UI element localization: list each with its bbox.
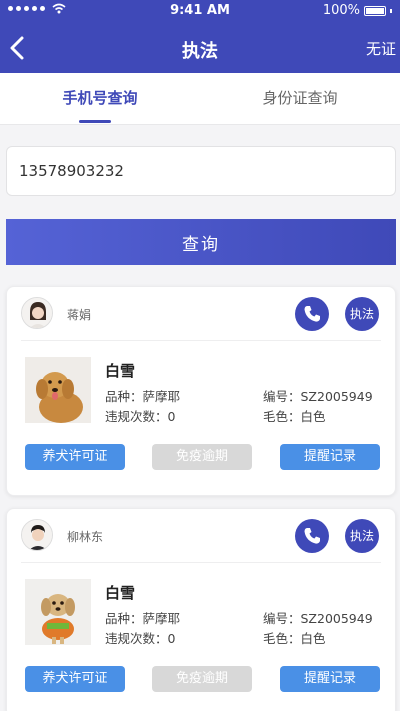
divider [21, 562, 381, 563]
dog-name: 白雪 [105, 362, 136, 380]
phone-icon [304, 306, 320, 322]
owner-avatar [21, 297, 53, 329]
phone-number-input[interactable] [6, 146, 396, 196]
license-button[interactable]: 养犬许可证 [25, 444, 125, 470]
query-button[interactable]: 查询 [6, 219, 396, 265]
coat-color: 毛色：白色 [263, 409, 326, 424]
dog-photo [25, 357, 91, 423]
dog-record-card: 蒋娟 执法 白雪 品种：萨摩耶 违规次数：0 编号：SZ2005949 毛色：白… [6, 286, 396, 496]
active-tab-indicator [79, 120, 111, 123]
vaccine-overdue-button[interactable]: 免疫逾期 [152, 666, 252, 692]
tab-idcard-search[interactable]: 身份证查询 [200, 73, 400, 125]
enforce-button[interactable]: 执法 [345, 519, 379, 553]
dog-breed: 品种：萨摩耶 [105, 611, 181, 626]
status-bar: 9:41 AM 100% [0, 0, 400, 22]
unlicensed-button[interactable]: 无证 [366, 38, 396, 59]
license-button[interactable]: 养犬许可证 [25, 666, 125, 692]
violation-count: 违规次数：0 [105, 631, 176, 646]
dog-photo [25, 579, 91, 645]
dog-breed: 品种：萨摩耶 [105, 389, 181, 404]
owner-avatar [21, 519, 53, 551]
enforce-button[interactable]: 执法 [345, 297, 379, 331]
dog-name: 白雪 [105, 584, 136, 602]
divider [21, 340, 381, 341]
violation-count: 违规次数：0 [105, 409, 176, 424]
battery-percent: 100% [322, 3, 360, 18]
reminder-records-button[interactable]: 提醒记录 [280, 444, 380, 470]
page-title: 执法 [182, 41, 218, 62]
call-button[interactable] [295, 297, 329, 331]
battery-indicator: 100% [323, 3, 392, 18]
vaccine-overdue-button[interactable]: 免疫逾期 [152, 444, 252, 470]
coat-color: 毛色：白色 [263, 631, 326, 646]
search-tabs: 手机号查询 身份证查询 [0, 73, 400, 125]
call-button[interactable] [295, 519, 329, 553]
battery-icon [364, 5, 386, 16]
owner-name: 柳林东 [67, 530, 104, 544]
phone-icon [304, 528, 320, 544]
header: 9:41 AM 100% 执法 无证 [0, 0, 400, 73]
reminder-records-button[interactable]: 提醒记录 [280, 666, 380, 692]
tab-phone-search[interactable]: 手机号查询 [0, 73, 200, 125]
dog-number: 编号：SZ2005949 [263, 389, 373, 404]
dog-record-card: 柳林东 执法 白雪 品种：萨摩耶 违规次数：0 编号：SZ2005949 毛色：… [6, 508, 396, 711]
owner-name: 蒋娟 [67, 308, 92, 322]
dog-number: 编号：SZ2005949 [263, 611, 373, 626]
